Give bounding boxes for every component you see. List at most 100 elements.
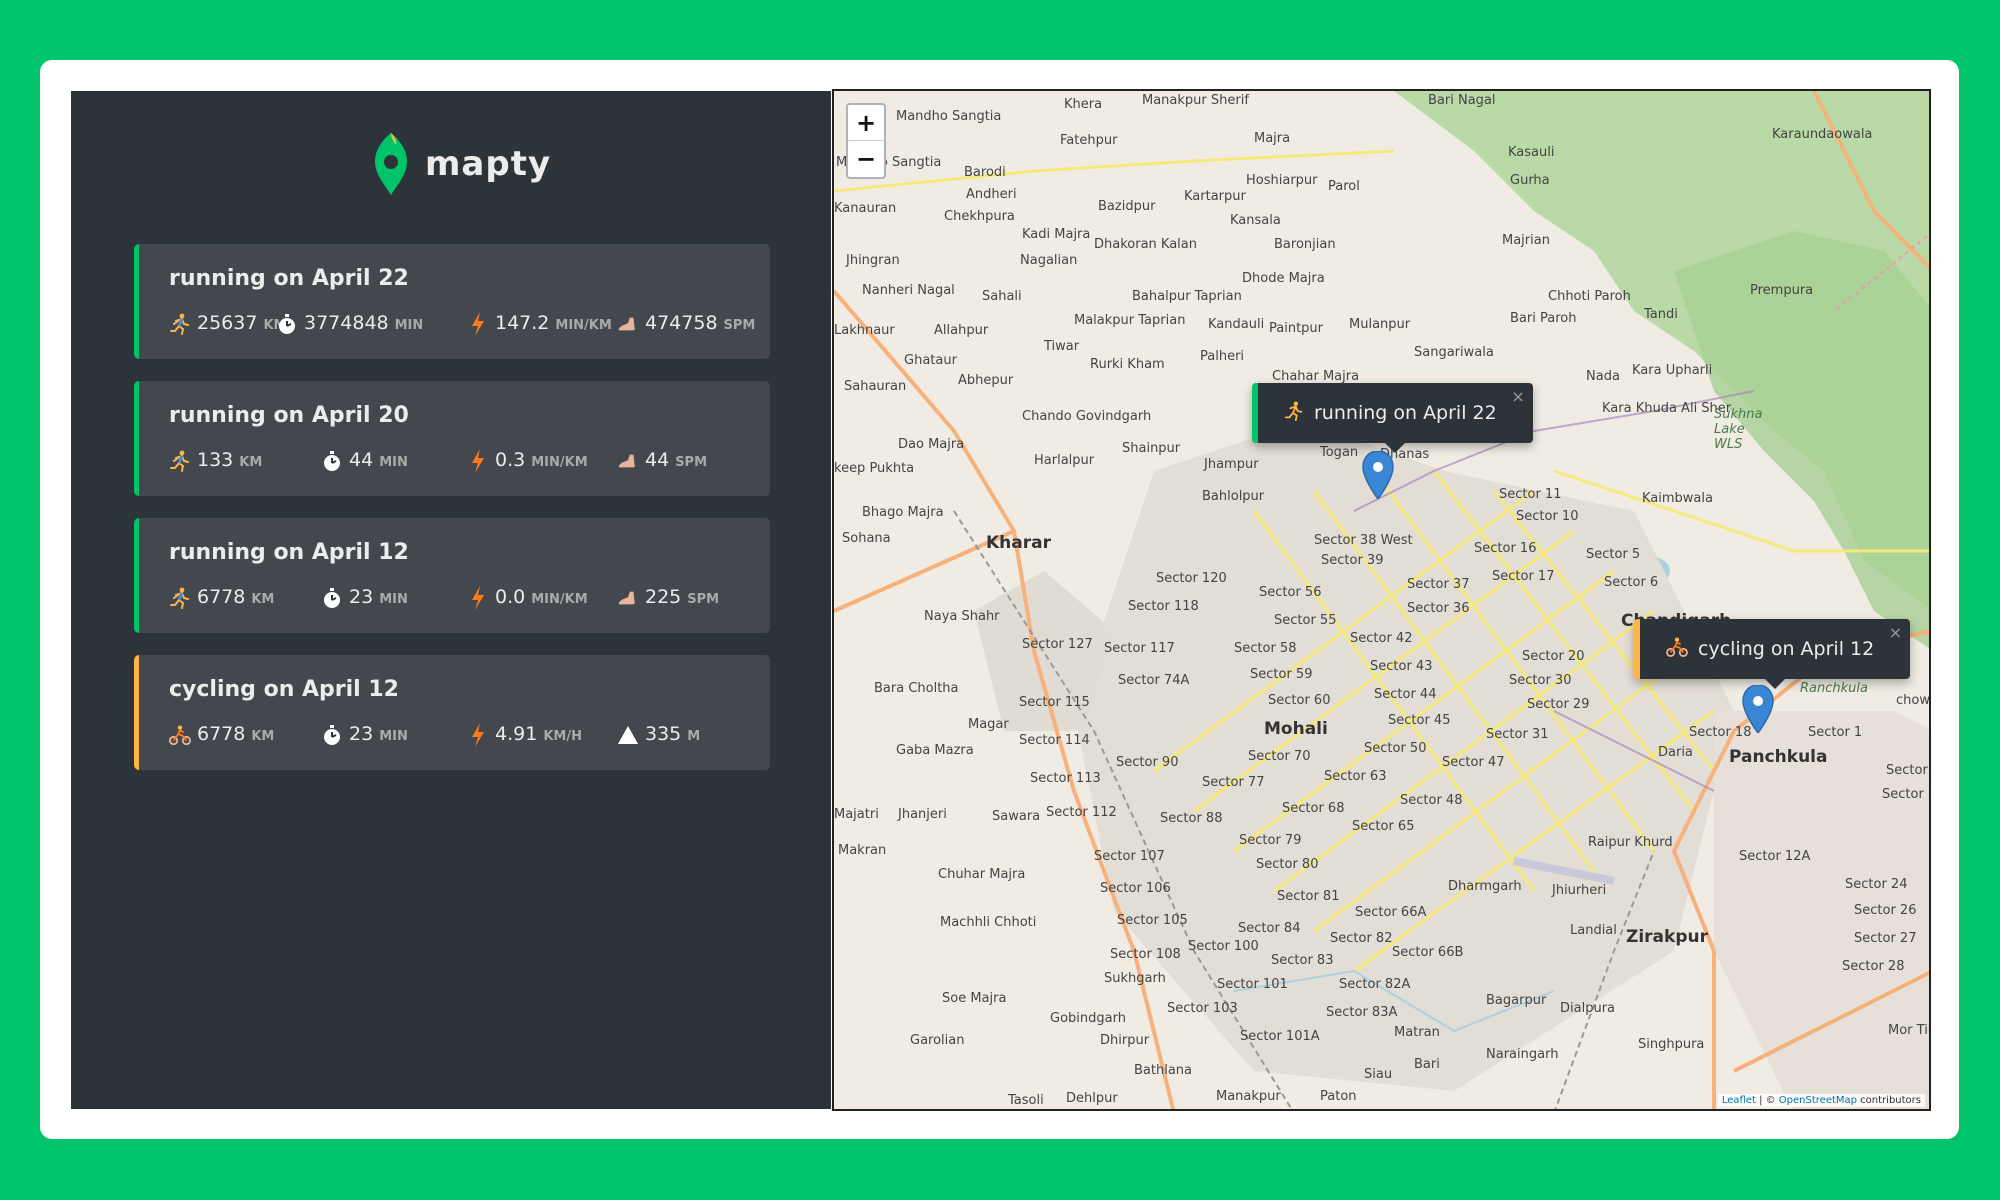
- map-label: Bhago Majra: [862, 505, 944, 520]
- osm-link[interactable]: OpenStreetMap: [1779, 1095, 1857, 1106]
- map-label: Chhoti Paroh: [1548, 289, 1631, 304]
- map-label: Sahali: [982, 289, 1022, 304]
- cyclist-icon: [169, 723, 191, 747]
- distance-stat: 6778 km: [169, 586, 274, 610]
- map-label: Dialpura: [1560, 1001, 1616, 1016]
- map-label: Sector 103: [1167, 1001, 1238, 1016]
- map-label: Sector 20: [1522, 649, 1585, 664]
- workout-stats: 6778 km 23 min 0.0 min/km 225 spm: [139, 586, 770, 614]
- map-label: Dao Majra: [898, 437, 965, 452]
- map-label: Baronjian: [1274, 237, 1336, 252]
- duration-stat: 44 min: [321, 449, 408, 473]
- map-label: Sector 82: [1330, 931, 1393, 946]
- map-label: Fatehpur: [1060, 133, 1118, 148]
- map-label: Sector 12A: [1739, 849, 1811, 864]
- map-label: Sector 74A: [1118, 673, 1190, 688]
- map-label: Sector 63: [1324, 769, 1387, 784]
- stopwatch-icon: [321, 449, 343, 473]
- map-label: Chahar Majra: [1272, 369, 1360, 384]
- map-label: Naraingarh: [1486, 1047, 1559, 1062]
- workout-card[interactable]: running on April 12 6778 km 23 min 0.0 m…: [134, 518, 770, 633]
- workout-card[interactable]: running on April 22 25637 km 3774848 min…: [134, 244, 770, 359]
- map-label: Kaimbwala: [1642, 491, 1713, 506]
- map-label: Khera: [1064, 97, 1103, 112]
- map-marker[interactable]: [1362, 450, 1394, 501]
- map-label: Jhingran: [846, 253, 900, 268]
- map-label: Bari Paroh: [1510, 311, 1577, 326]
- map-label: Nanheri Nagal: [862, 283, 955, 298]
- map-label: Chuhar Majra: [938, 867, 1026, 882]
- map-label: Majra: [1254, 131, 1291, 146]
- map-label: Kansala: [1230, 213, 1281, 228]
- duration-stat: 23 min: [321, 723, 408, 747]
- zoom-out-button[interactable]: −: [848, 141, 884, 177]
- map-label: Kandauli: [1208, 317, 1265, 332]
- map-label: Sector 114: [1019, 733, 1090, 748]
- map-attribution: Leaflet | © OpenStreetMap contributors: [1717, 1094, 1925, 1107]
- runner-icon: [169, 449, 191, 473]
- map-label: Soe Majra: [942, 991, 1007, 1006]
- workout-card[interactable]: running on April 20 133 km 44 min 0.3 mi…: [134, 381, 770, 496]
- map-label: Kanauran: [834, 201, 897, 216]
- map-label: Parol: [1328, 179, 1360, 194]
- map-label: Togan: [1320, 445, 1359, 460]
- pace-stat: 0.0 min/km: [467, 586, 588, 610]
- map-label: Sector 45: [1388, 713, 1451, 728]
- map-label: Raipur Khurd: [1588, 835, 1673, 850]
- workout-popup[interactable]: cycling on April 12 ×: [1634, 619, 1911, 689]
- map-label: Panchkula: [1729, 747, 1828, 767]
- map-label: Sector 29: [1527, 697, 1590, 712]
- map-label: Sahauran: [844, 379, 907, 394]
- map-label: Bazidpur: [1098, 199, 1156, 214]
- map-label: Sector 39: [1321, 553, 1384, 568]
- map-label: Sector 22: [1886, 763, 1929, 778]
- map-label: Paton: [1320, 1089, 1357, 1104]
- zoom-in-button[interactable]: +: [848, 105, 884, 141]
- lightning-icon: [467, 449, 489, 473]
- map-label: Dehlpur: [1066, 1091, 1118, 1106]
- footprint-icon: [617, 586, 639, 610]
- map-label: Sector 106: [1100, 881, 1171, 896]
- map-label: Kharar: [986, 533, 1051, 553]
- lightning-icon: [467, 586, 489, 610]
- popup-label: cycling on April 12: [1698, 638, 1875, 660]
- map-label: Singhpura: [1638, 1037, 1705, 1052]
- map-label: Sector 112: [1046, 805, 1117, 820]
- elevation-stat: 335 m: [617, 723, 700, 747]
- map-label: Sector 1: [1808, 725, 1863, 740]
- stopwatch-icon: [276, 312, 298, 336]
- workout-title: cycling on April 12: [169, 677, 399, 702]
- map-label: Mor Tikri: [1888, 1023, 1929, 1038]
- map-label: Sector 38 West: [1314, 533, 1413, 548]
- map-label: Bathlana: [1134, 1063, 1193, 1078]
- map-label: Karaundaowala: [1772, 127, 1873, 142]
- map-label: Sector 17: [1492, 569, 1555, 584]
- cyclist-icon: [1666, 637, 1688, 662]
- map-label: Sector 81: [1277, 889, 1340, 904]
- map-label: Sector 30: [1509, 673, 1572, 688]
- map-label: Sector 100: [1188, 939, 1259, 954]
- leaflet-link[interactable]: Leaflet: [1722, 1095, 1756, 1106]
- map-label: Sector 77: [1202, 775, 1265, 790]
- map-label: Gobindgarh: [1050, 1011, 1126, 1026]
- map-label: Paintpur: [1269, 321, 1324, 336]
- map-label: Sector 80: [1256, 857, 1319, 872]
- workout-title: running on April 20: [169, 403, 409, 428]
- workout-popup[interactable]: running on April 22 ×: [1252, 383, 1533, 453]
- map-label: Landial: [1570, 923, 1617, 938]
- map-container[interactable]: Chandigarh Mohali Kharar Panchkula Zirak…: [832, 89, 1931, 1111]
- map-label: Sector 70: [1248, 749, 1311, 764]
- map-label: Kartarpur: [1184, 189, 1246, 204]
- map-label: Matran: [1394, 1025, 1440, 1040]
- cadence-stat: 225 spm: [617, 586, 719, 610]
- map-label: Majatri: [834, 807, 879, 822]
- popup-close-button[interactable]: ×: [1889, 623, 1902, 642]
- map-label: Sector 83A: [1326, 1005, 1398, 1020]
- map-label: Prempura: [1750, 283, 1814, 298]
- workout-card[interactable]: cycling on April 12 6778 km 23 min 4.91 …: [134, 655, 770, 770]
- map-label: Sawara: [992, 809, 1041, 824]
- runner-icon: [169, 586, 191, 610]
- map-label: Sector 55: [1274, 613, 1337, 628]
- popup-close-button[interactable]: ×: [1511, 387, 1524, 406]
- map-marker[interactable]: [1742, 684, 1774, 735]
